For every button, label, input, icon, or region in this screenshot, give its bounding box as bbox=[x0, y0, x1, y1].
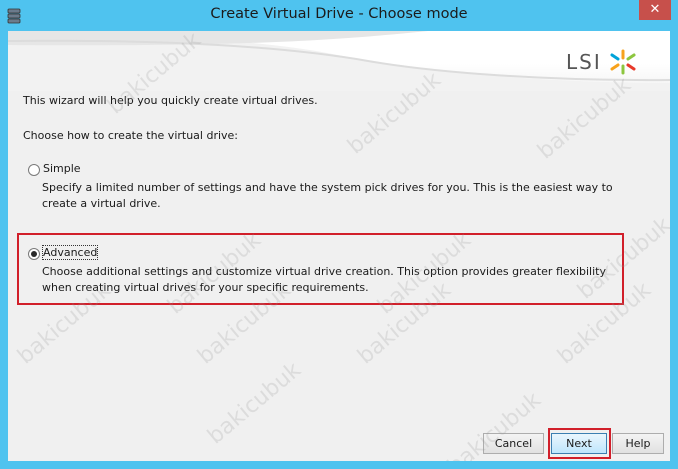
intro-text: This wizard will help you quickly create… bbox=[23, 94, 318, 107]
lsi-starburst-icon bbox=[610, 49, 636, 75]
simple-radio-label[interactable]: Simple bbox=[43, 162, 81, 175]
simple-radio[interactable] bbox=[28, 164, 40, 176]
lsi-logo-text: LSI bbox=[566, 50, 602, 74]
advanced-radio[interactable] bbox=[28, 248, 40, 260]
header-banner: LSI bbox=[8, 31, 670, 91]
advanced-radio-label[interactable]: Advanced bbox=[41, 245, 99, 260]
watermark-text: bakicubuk bbox=[203, 357, 306, 450]
help-button[interactable]: Help bbox=[612, 433, 664, 454]
mode-prompt: Choose how to create the virtual drive: bbox=[23, 129, 239, 142]
window-title: Create Virtual Drive - Choose mode bbox=[210, 6, 468, 22]
dialog-body: LSI This wizard will help you quickly cr… bbox=[8, 31, 670, 461]
advanced-description: Choose additional settings and customize… bbox=[42, 265, 606, 294]
dialog-window: Create Virtual Drive - Choose mode ✕ LSI bbox=[0, 0, 678, 469]
close-icon: ✕ bbox=[649, 2, 661, 17]
close-button[interactable]: ✕ bbox=[639, 0, 671, 20]
lsi-logo: LSI bbox=[566, 49, 638, 75]
simple-description: Specify a limited number of settings and… bbox=[42, 181, 613, 210]
title-bar[interactable]: Create Virtual Drive - Choose mode ✕ bbox=[0, 0, 678, 31]
next-button[interactable]: Next bbox=[551, 433, 607, 454]
cancel-button[interactable]: Cancel bbox=[483, 433, 544, 454]
